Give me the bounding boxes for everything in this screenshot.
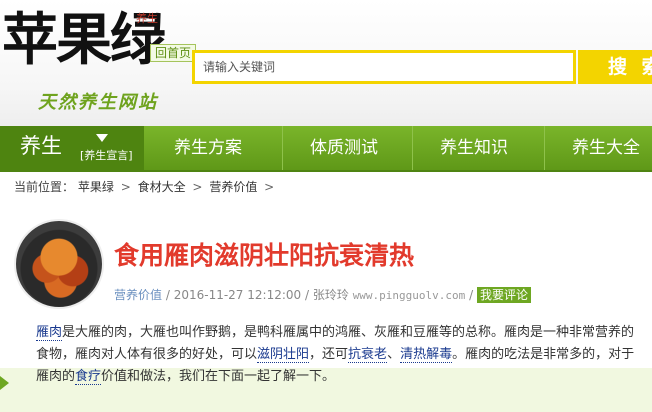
nav-divider (544, 126, 545, 170)
search-button[interactable]: 搜 索 (578, 50, 652, 84)
home-link[interactable]: 回首页 (150, 44, 197, 62)
breadcrumb-item[interactable]: 营养价值 (209, 180, 257, 194)
article-meta: 营养价值 / 2016-11-27 12:12:00 / 张玲玲 www.pin… (114, 286, 531, 303)
meta-author: 张玲玲 (312, 288, 349, 302)
article-thumbnail (14, 219, 104, 309)
arrow-right-icon (0, 376, 9, 390)
paragraph-text: ，还可 (309, 347, 349, 362)
keyword-link[interactable]: 滋阴壮阳 (257, 347, 310, 363)
meta-url: www.pingguolv.com (352, 289, 466, 302)
article-title: 食用雁肉滋阴壮阳抗衰清热 (114, 241, 415, 270)
nav-item-encyclopedia[interactable]: 养生大全 (572, 126, 640, 170)
keyword-link[interactable]: 清热解毒 (400, 347, 453, 363)
meta-category[interactable]: 营养价值 (114, 288, 162, 302)
caret-down-icon (96, 134, 108, 142)
breadcrumb-separator: > (192, 180, 203, 194)
search-input[interactable] (195, 53, 573, 81)
paragraph-text: 、 (387, 347, 401, 362)
logo-tagline: 天然养生网站 (38, 92, 158, 113)
nav-item-knowledge[interactable]: 养生知识 (440, 126, 508, 170)
nav-item-plan[interactable]: 养生方案 (174, 126, 242, 170)
site-header: 苹果绿 养生 天然养生网站 回首页 搜 索 (0, 0, 652, 126)
nav-divider (412, 126, 413, 170)
breadcrumb-separator: > (120, 180, 131, 194)
keyword-link[interactable]: 抗衰老 (348, 347, 388, 363)
article-paragraph: 雁肉是大雁的肉，大雁也叫作野鹅，是鸭科雁属中的鸿雁、灰雁和豆雁等的总称。雁肉是一… (36, 322, 646, 388)
nav-item-test[interactable]: 体质测试 (310, 126, 378, 170)
keyword-link[interactable]: 食疗 (75, 369, 102, 385)
keyword-link[interactable]: 雁肉 (36, 325, 63, 341)
breadcrumb-prefix: 当前位置： (14, 180, 75, 194)
logo-seal: 养生 (136, 12, 158, 25)
comment-button[interactable]: 我要评论 (476, 287, 531, 303)
nav-home-tag[interactable]: [养生宣言] (80, 148, 133, 164)
nav-home[interactable]: 养生 [养生宣言] (0, 126, 144, 170)
nav-home-label: 养生 (20, 134, 62, 158)
main-nav: 养生 [养生宣言] 养生方案 体质测试 养生知识 养生大全 (0, 126, 652, 172)
meta-date: 2016-11-27 12:12:00 (173, 288, 302, 302)
breadcrumb-item[interactable]: 苹果绿 (78, 180, 114, 194)
paragraph-text: 价值和做法，我们在下面一起了解一下。 (101, 369, 336, 384)
search-box (192, 50, 576, 84)
breadcrumb-separator: > (264, 180, 275, 194)
breadcrumb: 当前位置： 苹果绿 > 食材大全 > 营养价值 > (14, 178, 277, 195)
breadcrumb-item[interactable]: 食材大全 (138, 180, 186, 194)
nav-divider (282, 126, 283, 170)
